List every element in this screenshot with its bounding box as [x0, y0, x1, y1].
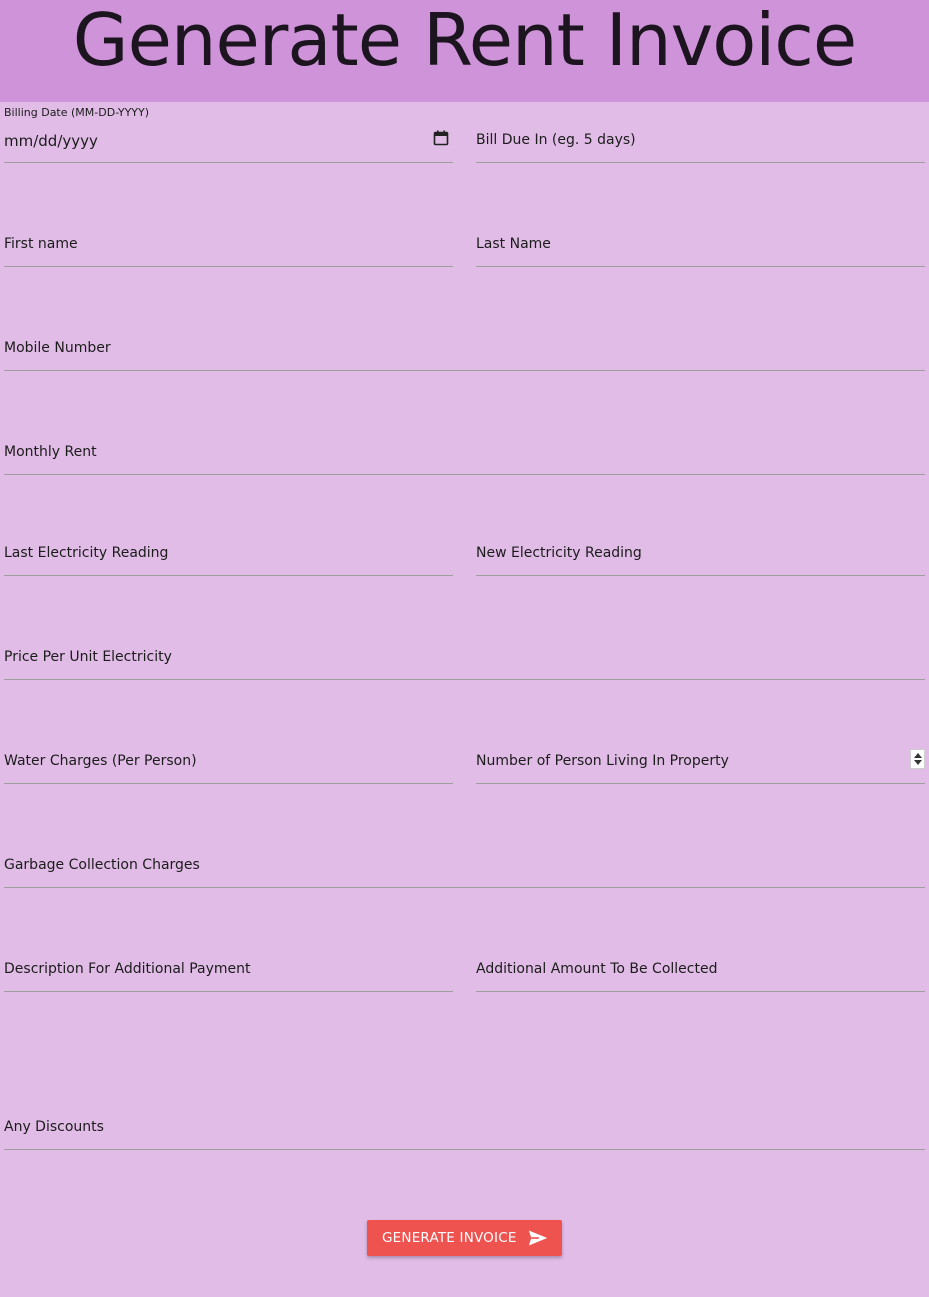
- new-electricity-reading-field[interactable]: New Electricity Reading: [476, 535, 925, 576]
- persons-living-label: Number of Person Living In Property: [476, 753, 729, 769]
- bill-due-label: Bill Due In (eg. 5 days): [476, 132, 636, 148]
- first-name-field[interactable]: First name: [4, 226, 453, 267]
- spinner-up-icon[interactable]: [914, 753, 922, 758]
- additional-amount-field[interactable]: Additional Amount To Be Collected: [476, 951, 925, 992]
- additional-amount-label: Additional Amount To Be Collected: [476, 961, 718, 977]
- discounts-field[interactable]: Any Discounts: [4, 1109, 925, 1150]
- last-name-field[interactable]: Last Name: [476, 226, 925, 267]
- number-spinner[interactable]: [910, 749, 925, 769]
- billing-date-placeholder: mm/dd/yyyy: [4, 132, 98, 150]
- new-electricity-reading-label: New Electricity Reading: [476, 545, 642, 561]
- last-electricity-reading-field[interactable]: Last Electricity Reading: [4, 535, 453, 576]
- mobile-number-label: Mobile Number: [4, 340, 111, 356]
- billing-date-field[interactable]: Billing Date (MM-DD-YYYY) mm/dd/yyyy: [4, 106, 453, 163]
- last-name-label: Last Name: [476, 236, 551, 252]
- garbage-charges-label: Garbage Collection Charges: [4, 857, 200, 873]
- page-header: Generate Rent Invoice: [0, 0, 929, 102]
- water-charges-field[interactable]: Water Charges (Per Person): [4, 743, 453, 784]
- send-icon: [528, 1230, 548, 1246]
- price-per-unit-field[interactable]: Price Per Unit Electricity: [4, 639, 925, 680]
- generate-invoice-label: Generate Invoice: [382, 1230, 517, 1246]
- price-per-unit-label: Price Per Unit Electricity: [4, 649, 172, 665]
- monthly-rent-field[interactable]: Monthly Rent: [4, 434, 925, 475]
- mobile-number-field[interactable]: Mobile Number: [4, 330, 925, 371]
- persons-living-field[interactable]: Number of Person Living In Property: [476, 743, 925, 784]
- bill-due-field[interactable]: Bill Due In (eg. 5 days): [476, 122, 925, 163]
- spinner-down-icon[interactable]: [914, 760, 922, 765]
- garbage-charges-field[interactable]: Garbage Collection Charges: [4, 847, 925, 888]
- calendar-icon[interactable]: [433, 130, 449, 146]
- last-electricity-reading-label: Last Electricity Reading: [4, 545, 169, 561]
- billing-date-caption: Billing Date (MM-DD-YYYY): [4, 106, 150, 119]
- first-name-label: First name: [4, 236, 78, 252]
- monthly-rent-label: Monthly Rent: [4, 444, 97, 460]
- additional-description-field[interactable]: Description For Additional Payment: [4, 951, 453, 992]
- water-charges-label: Water Charges (Per Person): [4, 753, 197, 769]
- additional-description-label: Description For Additional Payment: [4, 961, 251, 977]
- generate-invoice-button[interactable]: Generate Invoice: [367, 1220, 562, 1256]
- discounts-label: Any Discounts: [4, 1119, 104, 1135]
- page-title: Generate Rent Invoice: [72, 0, 857, 82]
